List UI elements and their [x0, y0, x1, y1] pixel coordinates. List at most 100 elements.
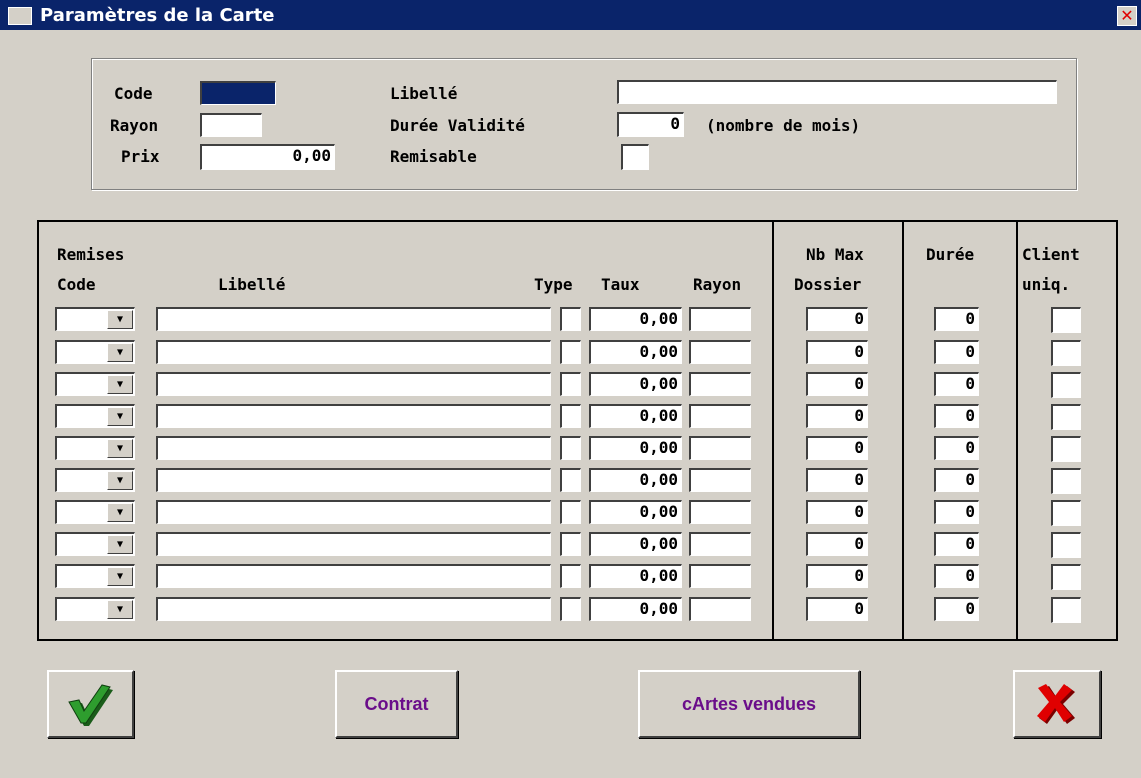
- chevron-down-icon[interactable]: ▼: [107, 375, 133, 394]
- close-icon[interactable]: ✕: [1117, 6, 1137, 26]
- type-field[interactable]: [560, 468, 581, 492]
- chevron-down-icon[interactable]: ▼: [107, 567, 133, 586]
- duree-validite-field[interactable]: 0: [617, 112, 684, 137]
- duree-field[interactable]: 0: [934, 307, 979, 331]
- taux-field[interactable]: 0,00: [589, 372, 682, 396]
- code-combo[interactable]: ▼: [55, 436, 135, 460]
- code-combo[interactable]: ▼: [55, 500, 135, 524]
- code-combo[interactable]: ▼: [55, 372, 135, 396]
- libelle-field[interactable]: [156, 372, 551, 396]
- nbmax-field[interactable]: 0: [806, 340, 868, 364]
- client-unique-checkbox[interactable]: [1051, 532, 1081, 558]
- rayon-field[interactable]: [689, 372, 751, 396]
- nbmax-field[interactable]: 0: [806, 372, 868, 396]
- code-combo[interactable]: ▼: [55, 307, 135, 331]
- taux-field[interactable]: 0,00: [589, 436, 682, 460]
- chevron-down-icon[interactable]: ▼: [107, 439, 133, 458]
- client-unique-checkbox[interactable]: [1051, 597, 1081, 623]
- chevron-down-icon[interactable]: ▼: [107, 343, 133, 362]
- nbmax-field[interactable]: 0: [806, 436, 868, 460]
- libelle-field[interactable]: [156, 564, 551, 588]
- code-combo[interactable]: ▼: [55, 564, 135, 588]
- rayon-field[interactable]: [689, 436, 751, 460]
- type-field[interactable]: [560, 532, 581, 556]
- nbmax-field[interactable]: 0: [806, 404, 868, 428]
- taux-field[interactable]: 0,00: [589, 404, 682, 428]
- prix-field[interactable]: 0,00: [200, 144, 335, 170]
- client-unique-checkbox[interactable]: [1051, 564, 1081, 590]
- chevron-down-icon[interactable]: ▼: [107, 471, 133, 490]
- taux-field[interactable]: 0,00: [589, 597, 682, 621]
- code-combo[interactable]: ▼: [55, 340, 135, 364]
- rayon-field[interactable]: [689, 500, 751, 524]
- nbmax-field[interactable]: 0: [806, 532, 868, 556]
- duree-field[interactable]: 0: [934, 404, 979, 428]
- type-field[interactable]: [560, 404, 581, 428]
- type-field[interactable]: [560, 500, 581, 524]
- taux-field[interactable]: 0,00: [589, 340, 682, 364]
- code-field[interactable]: [200, 81, 276, 105]
- rayon-field[interactable]: [689, 468, 751, 492]
- type-field[interactable]: [560, 372, 581, 396]
- chevron-down-icon[interactable]: ▼: [107, 310, 133, 329]
- duree-field[interactable]: 0: [934, 500, 979, 524]
- code-combo[interactable]: ▼: [55, 597, 135, 621]
- code-combo[interactable]: ▼: [55, 468, 135, 492]
- taux-field[interactable]: 0,00: [589, 532, 682, 556]
- cancel-button[interactable]: [1013, 670, 1101, 738]
- client-unique-checkbox[interactable]: [1051, 340, 1081, 366]
- nbmax-field[interactable]: 0: [806, 468, 868, 492]
- type-field[interactable]: [560, 564, 581, 588]
- duree-field[interactable]: 0: [934, 532, 979, 556]
- nbmax-field[interactable]: 0: [806, 597, 868, 621]
- chevron-down-icon[interactable]: ▼: [107, 407, 133, 426]
- type-field[interactable]: [560, 597, 581, 621]
- type-field[interactable]: [560, 340, 581, 364]
- client-unique-checkbox[interactable]: [1051, 468, 1081, 494]
- duree-field[interactable]: 0: [934, 340, 979, 364]
- chevron-down-icon[interactable]: ▼: [107, 600, 133, 619]
- libelle-field[interactable]: [156, 500, 551, 524]
- nbmax-field[interactable]: 0: [806, 500, 868, 524]
- type-field[interactable]: [560, 436, 581, 460]
- libelle-field[interactable]: [156, 468, 551, 492]
- libelle-field[interactable]: [156, 307, 551, 331]
- client-unique-checkbox[interactable]: [1051, 500, 1081, 526]
- nbmax-field[interactable]: 0: [806, 564, 868, 588]
- rayon-field[interactable]: [689, 564, 751, 588]
- duree-field[interactable]: 0: [934, 436, 979, 460]
- client-unique-checkbox[interactable]: [1051, 372, 1081, 398]
- client-unique-checkbox[interactable]: [1051, 307, 1081, 333]
- code-combo[interactable]: ▼: [55, 532, 135, 556]
- duree-field[interactable]: 0: [934, 597, 979, 621]
- libelle-field[interactable]: [156, 340, 551, 364]
- libelle-field[interactable]: [156, 532, 551, 556]
- rayon-field[interactable]: [689, 404, 751, 428]
- chevron-down-icon[interactable]: ▼: [107, 503, 133, 522]
- taux-field[interactable]: 0,00: [589, 307, 682, 331]
- taux-field[interactable]: 0,00: [589, 564, 682, 588]
- rayon-field[interactable]: [689, 307, 751, 331]
- contrat-button[interactable]: Contrat: [335, 670, 458, 738]
- libelle-field[interactable]: [156, 404, 551, 428]
- cartes-vendues-button[interactable]: cArtes vendues: [638, 670, 860, 738]
- duree-field[interactable]: 0: [934, 564, 979, 588]
- rayon-field[interactable]: [689, 597, 751, 621]
- client-unique-checkbox[interactable]: [1051, 404, 1081, 430]
- duree-field[interactable]: 0: [934, 468, 979, 492]
- libelle-field[interactable]: [156, 436, 551, 460]
- ok-button[interactable]: [47, 670, 134, 738]
- libelle-field[interactable]: [617, 80, 1057, 104]
- nbmax-field[interactable]: 0: [806, 307, 868, 331]
- duree-field[interactable]: 0: [934, 372, 979, 396]
- type-field[interactable]: [560, 307, 581, 331]
- rayon-field[interactable]: [200, 113, 262, 137]
- remisable-checkbox[interactable]: [621, 144, 649, 170]
- rayon-field[interactable]: [689, 340, 751, 364]
- taux-field[interactable]: 0,00: [589, 500, 682, 524]
- chevron-down-icon[interactable]: ▼: [107, 535, 133, 554]
- client-unique-checkbox[interactable]: [1051, 436, 1081, 462]
- libelle-field[interactable]: [156, 597, 551, 621]
- taux-field[interactable]: 0,00: [589, 468, 682, 492]
- code-combo[interactable]: ▼: [55, 404, 135, 428]
